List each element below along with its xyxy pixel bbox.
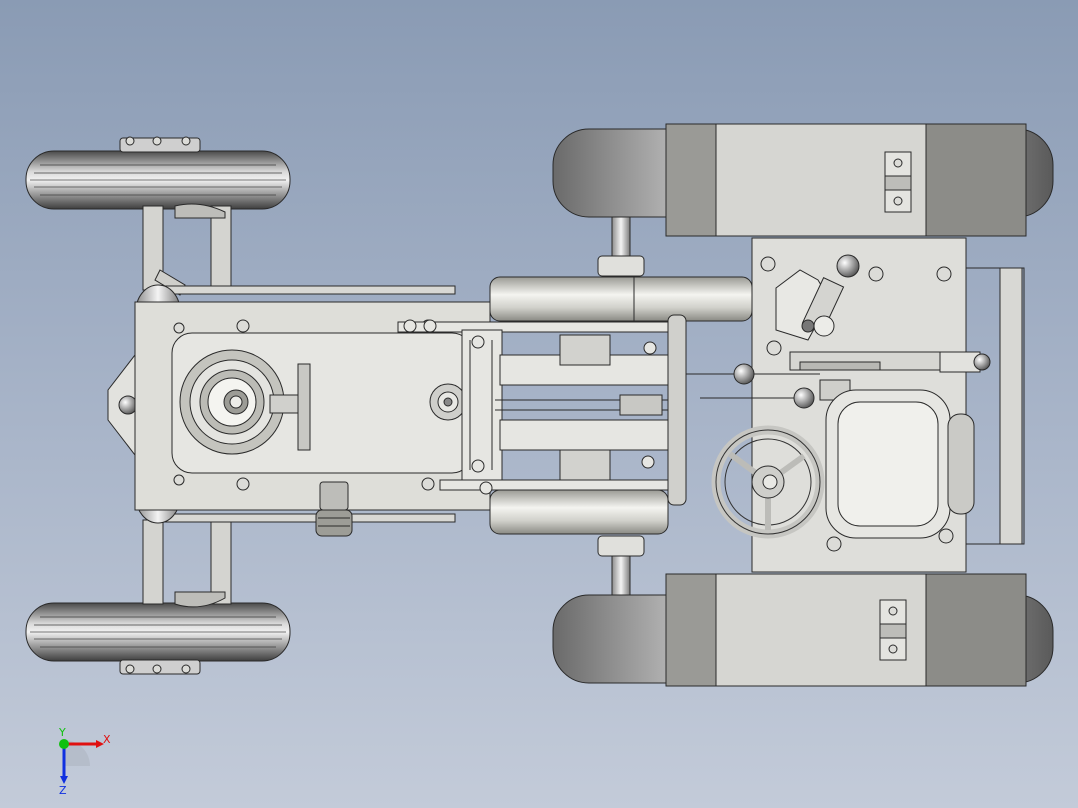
tractor-model-top-view[interactable] bbox=[0, 0, 1078, 808]
front-right-wheel bbox=[25, 602, 291, 675]
y-axis-label: Y bbox=[58, 726, 66, 739]
x-axis-label: X bbox=[103, 733, 111, 746]
front-left-wheel bbox=[25, 136, 291, 210]
z-axis-label: Z bbox=[59, 784, 67, 796]
cad-viewport[interactable]: X Y Z bbox=[0, 0, 1078, 808]
drain-valve bbox=[315, 481, 353, 537]
front-flywheel bbox=[179, 349, 285, 455]
axis-triad: X Y Z bbox=[58, 726, 111, 796]
